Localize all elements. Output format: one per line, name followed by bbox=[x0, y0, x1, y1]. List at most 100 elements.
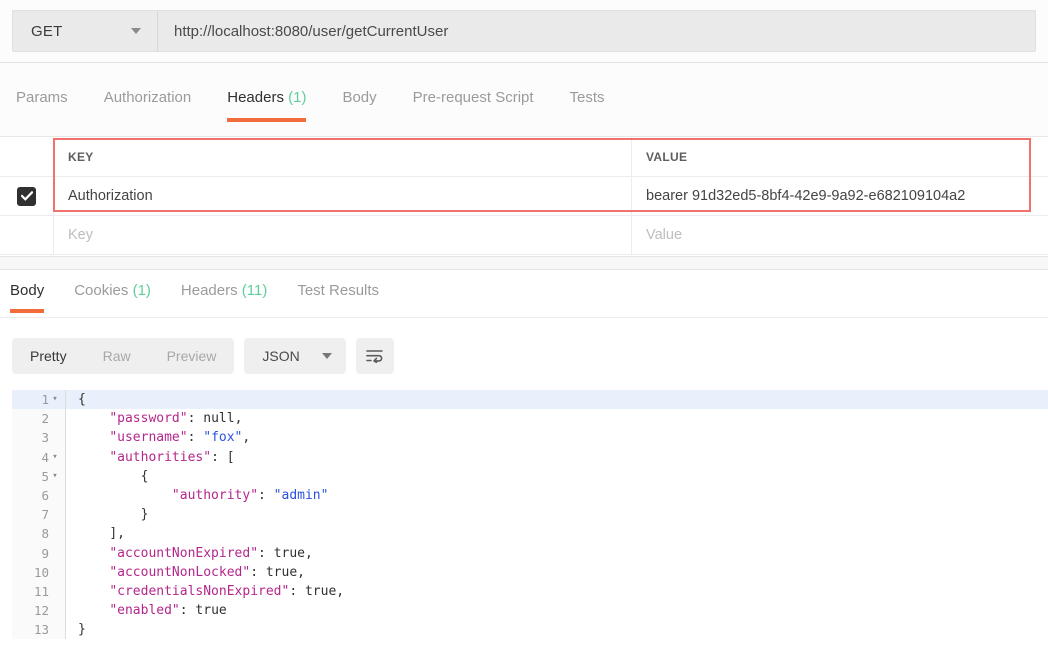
code-line: 7 } bbox=[12, 505, 1048, 525]
tab-authorization[interactable]: Authorization bbox=[104, 89, 192, 122]
url-input[interactable]: http://localhost:8080/user/getCurrentUse… bbox=[158, 10, 1036, 52]
tab-tests[interactable]: Tests bbox=[570, 89, 605, 122]
token-p: : bbox=[258, 488, 274, 504]
tab-body[interactable]: Body bbox=[10, 282, 45, 313]
tab-label: Tests bbox=[569, 89, 605, 106]
tab-headers[interactable]: Headers (1) bbox=[227, 89, 307, 122]
token-p: } bbox=[140, 507, 149, 523]
table-header-row: KEY VALUE bbox=[0, 137, 1048, 177]
tab-label: Headers bbox=[180, 282, 238, 299]
table-row[interactable]: Authorization bearer 91d32ed5-8bf4-42e9-… bbox=[0, 177, 1048, 216]
code-text: } bbox=[66, 507, 149, 523]
tab-test-results[interactable]: Test Results bbox=[297, 282, 379, 313]
token-p: } bbox=[78, 622, 86, 638]
token-lit: true bbox=[195, 603, 227, 619]
new-header-value-input[interactable]: Value bbox=[632, 216, 1048, 255]
token-k: "accountNonLocked" bbox=[109, 564, 251, 580]
chevron-down-icon bbox=[321, 353, 332, 359]
code-text: "authorities": [ bbox=[66, 449, 234, 465]
code-text: ], bbox=[66, 526, 125, 541]
check-icon bbox=[20, 191, 33, 201]
splitter-handle[interactable] bbox=[140, 257, 162, 261]
tab-params[interactable]: Params bbox=[16, 89, 68, 122]
view-mode-pretty[interactable]: Pretty bbox=[12, 338, 85, 374]
request-tabs: Params Authorization Headers (1) Body Pre-re… bbox=[0, 63, 1048, 137]
request-url-bar: GET http://localhost:8080/user/getCurren… bbox=[0, 0, 1048, 62]
fold-toggle-icon[interactable]: ▾ bbox=[49, 452, 61, 462]
code-line: 5 ▾ { bbox=[12, 466, 1048, 486]
code-line: 3 "username": "fox", bbox=[12, 428, 1048, 448]
token-lit: true bbox=[265, 564, 298, 580]
code-line: 4 ▾ "authorities": [ bbox=[12, 447, 1048, 467]
response-format-toolbar: Pretty Raw Preview JSON bbox=[0, 330, 1048, 382]
code-text: "password": null, bbox=[66, 411, 242, 426]
token-k: "accountNonExpired" bbox=[109, 545, 259, 561]
panel-splitter[interactable] bbox=[0, 256, 1048, 270]
new-header-key-input[interactable]: Key bbox=[54, 216, 632, 255]
code-text: { bbox=[66, 392, 86, 407]
token-p: , bbox=[336, 583, 345, 599]
code-line: 13} bbox=[12, 620, 1048, 640]
header-value-input[interactable]: bearer 91d32ed5-8bf4-42e9-9a92-e68210910… bbox=[632, 177, 1048, 216]
response-tabs: Body Cookies (1) Headers (11) Test Results bbox=[0, 270, 1048, 318]
line-number: 3 bbox=[12, 428, 66, 448]
headers-table: KEY VALUE Authorization bearer 91d32ed5-… bbox=[0, 137, 1048, 256]
table-row-empty[interactable]: Key Value bbox=[0, 216, 1048, 255]
row-checkbox-cell[interactable] bbox=[0, 177, 54, 216]
tab-cookies[interactable]: Cookies (1) bbox=[74, 282, 151, 313]
line-number: 4 ▾ bbox=[12, 447, 66, 467]
token-p: ], bbox=[109, 526, 125, 542]
tab-label: Cookies bbox=[74, 282, 129, 299]
tab-label: Params bbox=[16, 89, 68, 106]
view-mode-raw[interactable]: Raw bbox=[85, 338, 149, 374]
line-number: 7 bbox=[12, 505, 66, 525]
tab-label: Test Results bbox=[297, 282, 380, 299]
column-header-key: KEY bbox=[54, 137, 632, 177]
tab-count-badge: (1) bbox=[128, 282, 151, 299]
line-number: 8 bbox=[12, 524, 66, 544]
code-line: 12 "enabled": true bbox=[12, 601, 1048, 621]
http-method-dropdown[interactable]: GET bbox=[12, 10, 158, 52]
response-body-code[interactable]: 1 ▾{2 "password": null, 3 "username": "fox… bbox=[12, 390, 1048, 662]
token-k: "authorities" bbox=[109, 449, 212, 465]
code-text: "username": "fox", bbox=[66, 430, 250, 445]
chevron-down-icon bbox=[131, 28, 141, 34]
token-p: { bbox=[78, 392, 86, 408]
response-format-label: JSON bbox=[262, 348, 300, 364]
token-p: : bbox=[250, 564, 266, 580]
tab-pre-request-script[interactable]: Pre-request Script bbox=[413, 89, 534, 122]
token-p: : bbox=[187, 411, 204, 427]
token-p: : bbox=[179, 603, 196, 619]
line-number: 1 ▾ bbox=[12, 390, 66, 410]
token-k: "enabled" bbox=[109, 603, 180, 619]
token-p: , bbox=[234, 411, 243, 427]
code-text: "enabled": true bbox=[66, 603, 227, 619]
view-mode-preview[interactable]: Preview bbox=[149, 338, 235, 374]
response-format-dropdown[interactable]: JSON bbox=[244, 338, 346, 374]
header-checkbox-spacer bbox=[0, 137, 54, 177]
tab-count-badge: (1) bbox=[283, 89, 307, 106]
tab-label: Headers bbox=[227, 89, 284, 106]
header-key-input[interactable]: Authorization bbox=[54, 177, 632, 216]
line-number: 12 bbox=[12, 601, 66, 621]
line-number: 9 bbox=[12, 543, 66, 563]
token-p: : bbox=[289, 583, 305, 599]
header-enabled-checkbox[interactable] bbox=[17, 186, 36, 206]
token-p: , bbox=[242, 430, 251, 446]
http-method-label: GET bbox=[31, 22, 63, 40]
token-p: { bbox=[140, 468, 149, 484]
word-wrap-button[interactable] bbox=[355, 338, 394, 374]
fold-toggle-icon[interactable]: ▾ bbox=[49, 395, 61, 404]
tab-body[interactable]: Body bbox=[342, 89, 376, 122]
column-header-value: VALUE bbox=[632, 137, 1048, 177]
line-number: 11 bbox=[12, 581, 66, 602]
token-lit: true bbox=[304, 583, 337, 599]
code-line: 8 ], bbox=[12, 524, 1048, 544]
tab-label: Body bbox=[342, 89, 377, 106]
url-text: http://localhost:8080/user/getCurrentUse… bbox=[174, 22, 449, 40]
fold-toggle-icon[interactable]: ▾ bbox=[49, 471, 61, 481]
token-k: "username" bbox=[109, 430, 188, 446]
tab-headers[interactable]: Headers (11) bbox=[181, 282, 267, 313]
token-p: , bbox=[297, 564, 305, 580]
code-line: 10 "accountNonLocked": true, bbox=[12, 562, 1048, 582]
